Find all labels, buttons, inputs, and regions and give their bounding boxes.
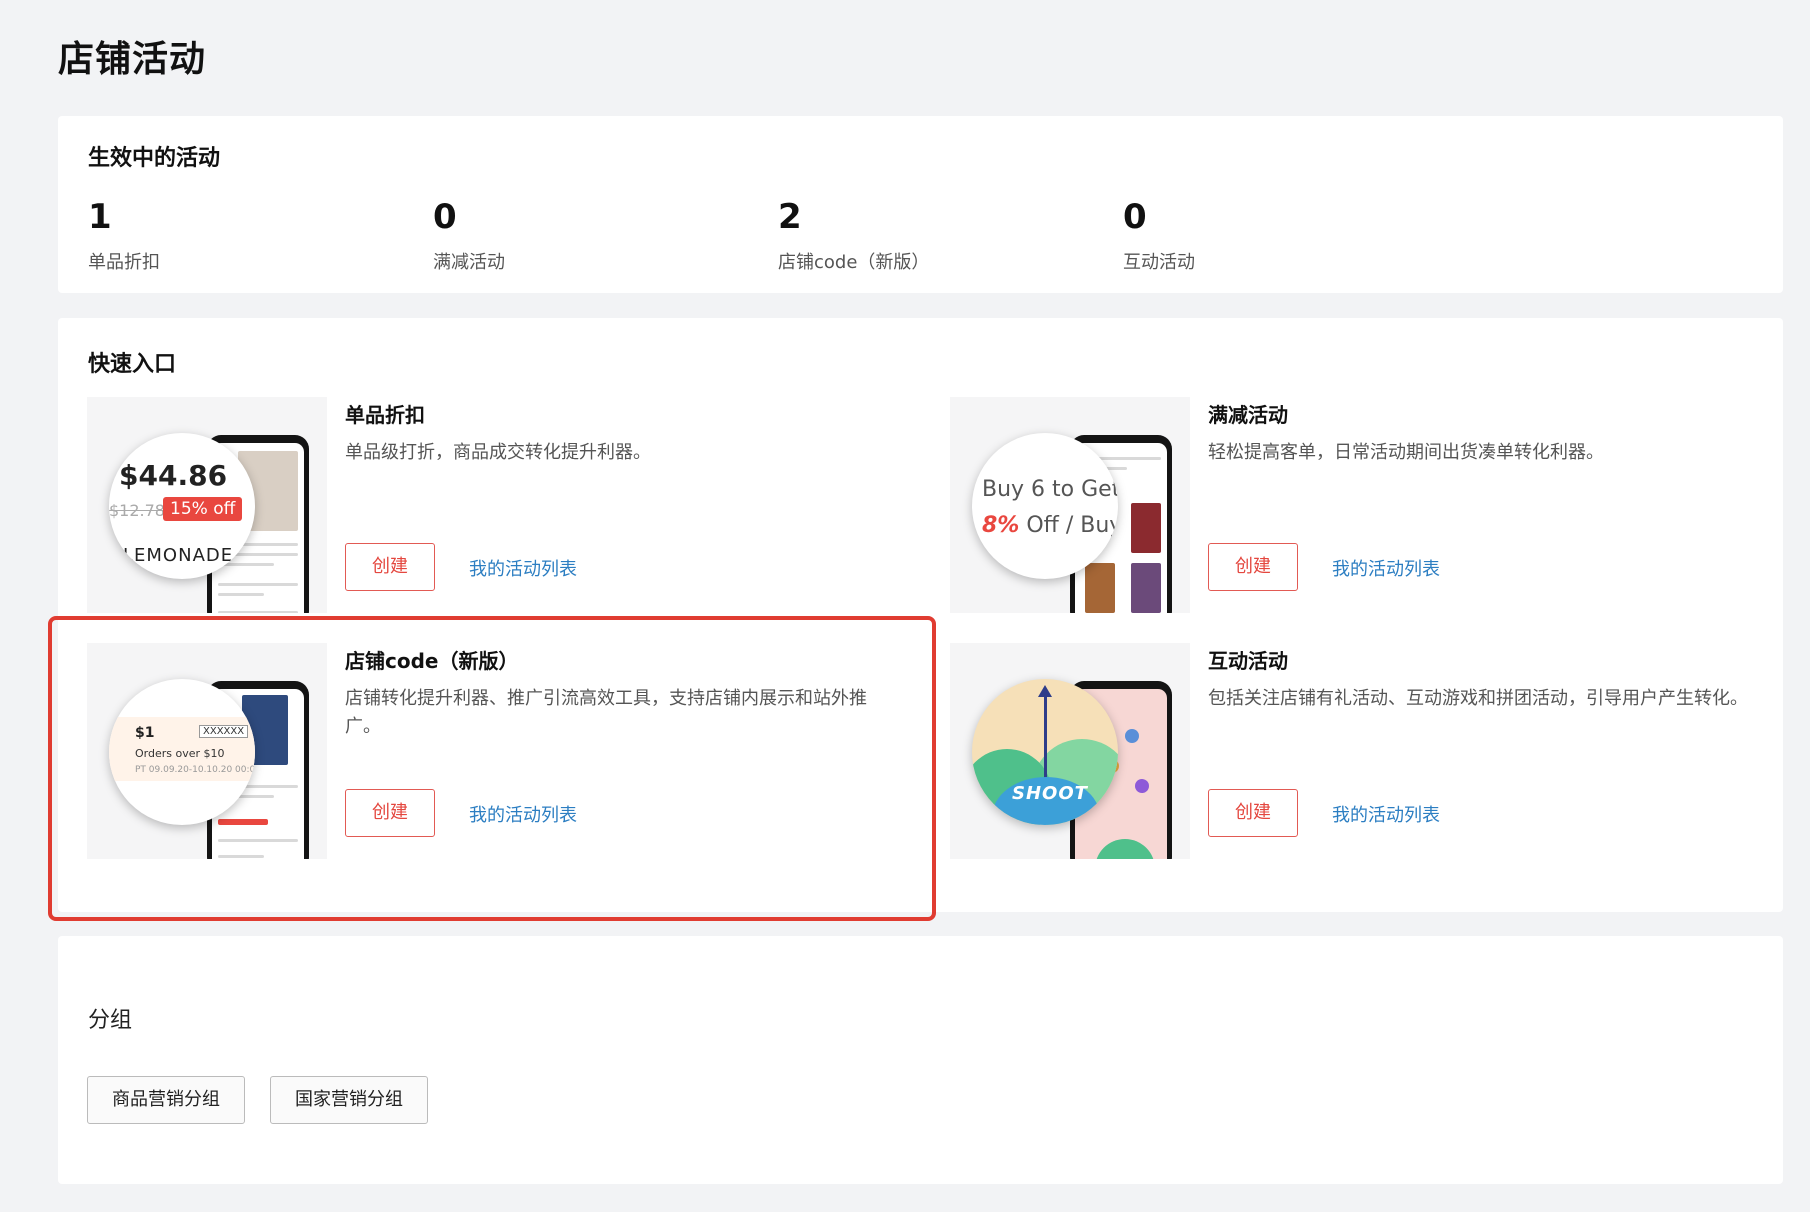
- quick-entry-title: 快速入口: [88, 352, 177, 377]
- stat-value: 1: [88, 197, 112, 237]
- entry-title: 互动活动: [1208, 649, 1288, 673]
- create-button[interactable]: 创建: [345, 543, 435, 591]
- entry-title: 满减活动: [1208, 403, 1288, 427]
- entry-full-reduction: Buy 6 to Get 8% Off / Buy 满减活动 轻松提高客单，日常…: [950, 397, 1790, 613]
- game-bubble: SHOOT: [972, 679, 1118, 825]
- group-title: 分组: [88, 1008, 133, 1033]
- create-button[interactable]: 创建: [1208, 543, 1298, 591]
- entry-title: 单品折扣: [345, 403, 425, 427]
- stat-value: 0: [433, 197, 457, 237]
- entry-single-discount: $44.86 $12.78 15% off LEMONADE 单品折扣 单品级打…: [87, 397, 927, 613]
- stat-label: 店铺code（新版）: [778, 252, 930, 273]
- active-activities-title: 生效中的活动: [88, 146, 221, 171]
- stat-store-code[interactable]: 2 店铺code（新版）: [778, 200, 1078, 274]
- create-button[interactable]: 创建: [1208, 789, 1298, 837]
- price-bubble: $44.86 $12.78 15% off LEMONADE: [109, 433, 255, 579]
- active-activities-card: 生效中的活动 1 单品折扣 0 满减活动 2 店铺code（新版） 0 互动活动: [58, 116, 1783, 293]
- entry-description: 包括关注店铺有礼活动、互动游戏和拼团活动，引导用户产生转化。: [1208, 688, 1748, 709]
- stat-value: 2: [778, 197, 802, 237]
- single-discount-thumbnail: $44.86 $12.78 15% off LEMONADE: [87, 397, 327, 613]
- highlight-box: [48, 616, 936, 921]
- interactive-thumbnail: SHOOT: [950, 643, 1190, 859]
- entry-description: 单品级打折，商品成交转化提升利器。: [345, 442, 651, 463]
- group-card: 分组 商品营销分组 国家营销分组: [58, 936, 1783, 1184]
- full-reduction-thumbnail: Buy 6 to Get 8% Off / Buy: [950, 397, 1190, 613]
- stat-value: 0: [1123, 197, 1147, 237]
- stat-single-discount[interactable]: 1 单品折扣: [88, 200, 388, 274]
- product-marketing-group-button[interactable]: 商品营销分组: [87, 1076, 245, 1124]
- stat-label: 互动活动: [1123, 252, 1195, 273]
- stat-interactive[interactable]: 0 互动活动: [1123, 200, 1423, 274]
- my-activity-list-link[interactable]: 我的活动列表: [469, 555, 577, 581]
- country-marketing-group-button[interactable]: 国家营销分组: [270, 1076, 428, 1124]
- stat-label: 单品折扣: [88, 252, 160, 273]
- promo-bubble: Buy 6 to Get 8% Off / Buy: [972, 433, 1118, 579]
- entry-interactive: SHOOT 互动活动 包括关注店铺有礼活动、互动游戏和拼团活动，引导用户产生转化…: [950, 643, 1790, 859]
- my-activity-list-link[interactable]: 我的活动列表: [1332, 801, 1440, 827]
- entry-description: 轻松提高客单，日常活动期间出货凑单转化利器。: [1208, 442, 1604, 463]
- my-activity-list-link[interactable]: 我的活动列表: [1332, 555, 1440, 581]
- stat-label: 满减活动: [433, 252, 505, 273]
- page-title: 店铺活动: [58, 39, 207, 80]
- stat-full-reduction[interactable]: 0 满减活动: [433, 200, 733, 274]
